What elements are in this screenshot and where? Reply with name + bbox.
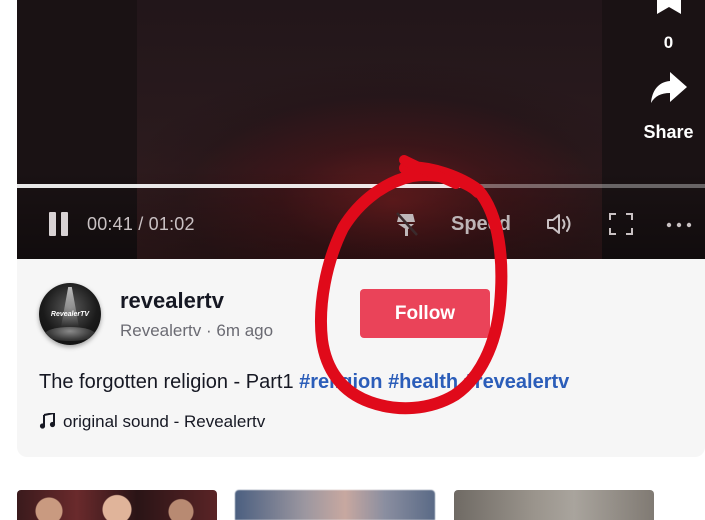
hashtag-link[interactable]: #health <box>388 371 458 393</box>
video-progress-fill <box>17 184 478 188</box>
share-label: Share <box>643 122 694 142</box>
video-caption: The forgotten religion - Part1 #religion… <box>39 371 569 394</box>
follow-button[interactable]: Follow <box>360 289 490 338</box>
bookmark-count: 0 <box>663 33 674 52</box>
volume-button[interactable] <box>545 210 577 238</box>
sound-link[interactable]: original sound - Revealertv <box>39 412 265 432</box>
speed-button[interactable]: Speed <box>451 213 511 236</box>
more-options-button[interactable] <box>663 210 695 238</box>
video-info-card: RevealerTV revealertv Revealertv · 6m ag… <box>17 259 705 457</box>
fullscreen-button[interactable] <box>608 210 634 238</box>
bookmark-icon <box>657 0 681 14</box>
playback-time: 00:41 / 01:02 <box>87 214 195 234</box>
floating-player-icon <box>396 212 418 236</box>
avatar-logo-text: RevealerTV <box>50 311 90 318</box>
author-username[interactable]: revealertv <box>120 288 224 314</box>
music-note-icon <box>39 413 56 429</box>
caption-text: The forgotten religion - Part1 <box>39 371 300 393</box>
tiktok-video-page: 00:41 / 01:02 Speed 0 Share RevealerTV r… <box>0 0 705 520</box>
avatar[interactable]: RevealerTV <box>39 283 101 345</box>
related-video-thumbnail[interactable] <box>235 490 435 520</box>
video-player[interactable]: 00:41 / 01:02 Speed <box>17 0 705 259</box>
share-button[interactable] <box>650 70 688 106</box>
bookmark-button[interactable] <box>656 0 682 16</box>
pause-icon <box>49 212 56 236</box>
fullscreen-icon <box>609 213 633 235</box>
pause-button[interactable] <box>47 210 73 238</box>
related-video-thumbnail[interactable] <box>17 490 217 520</box>
share-arrow-icon <box>651 72 687 103</box>
hashtag-link[interactable]: #revealertv <box>464 371 570 393</box>
hashtag-link[interactable]: #religion <box>299 371 382 393</box>
action-rail: 0 Share <box>632 0 705 150</box>
video-progress-bar[interactable] <box>17 184 705 188</box>
volume-icon <box>547 214 571 234</box>
author-subline: Revealertv · 6m ago <box>120 321 274 340</box>
video-controls: 00:41 / 01:02 Speed <box>17 200 705 248</box>
sound-label: original sound - Revealertv <box>63 412 266 431</box>
more-icon <box>666 222 692 228</box>
related-video-thumbnail[interactable] <box>454 490 654 520</box>
floating-player-button[interactable] <box>394 210 420 238</box>
